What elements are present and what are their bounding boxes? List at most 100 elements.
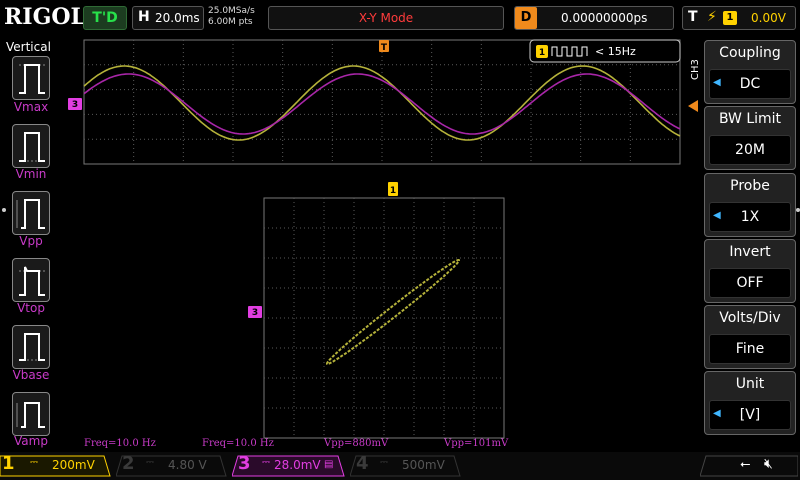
horizontal-letter: H [138,9,150,25]
bw-limit-title: BW Limit [718,111,782,127]
ch1-number: 1 [2,453,15,474]
measurement-readout: Vpp=101mV [444,438,509,449]
frequency-counter[interactable]: 1 < 15Hz [529,39,681,63]
measure-vamp-button[interactable] [12,392,50,436]
xy-ch3-text: 3 [252,308,258,318]
measurement-readout: Freq=10.0 Hz [84,438,156,449]
coupling-softkey[interactable]: Coupling DC ◀ [704,40,796,104]
measure-vamp-label: Vamp [14,434,48,448]
pulse-vtop-icon [19,266,45,296]
pulse-vbase-icon [19,333,45,361]
measure-vtop-label: Vtop [17,301,45,315]
trigger-level-value: 0.00V [751,11,786,25]
select-arrow-icon: ◀ [713,408,721,419]
bw-limit-value: 20M [709,135,791,165]
measure-vmax-button[interactable] [12,56,50,100]
brand-logo: RIGOL [4,4,86,30]
ch1-status[interactable]: 1 ⎓ 200mV [0,453,112,477]
measure-vbase-label: Vbase [12,368,50,382]
trigger-letter: T [688,9,698,25]
select-arrow-icon: ◀ [713,210,721,221]
channel-status-bar: 1 ⎓ 200mV 2 ⎓ 4.80 V 3 ⎓ 28.0mV ▤ 4 ⎓ 50… [0,452,800,480]
top-status-bar: RIGOL T'D H 20.0ms 25.0MSa/s 6.00M pts X… [0,0,800,36]
sample-rate: 25.0MSa/s [208,6,255,16]
ch2-number: 2 [122,453,135,474]
delay-box[interactable]: D 0.00000000ps [514,6,674,30]
invert-value: OFF [709,268,791,298]
memory-depth: 6.00M pts [208,17,253,27]
pulse-vpp-icon [16,199,45,229]
measure-vpp-label: Vpp [19,234,43,248]
measure-vbase-button[interactable] [12,325,50,369]
channel-settings-menu: Coupling DC ◀ BW Limit 20M Probe 1X ◀ In… [700,36,800,452]
waveform-display[interactable]: T 3 1 3 1 < 15Hz [62,36,700,452]
coupling-value: DC [709,69,791,99]
unit-title: Unit [735,376,765,392]
trigger-status-badge[interactable]: T'D [83,6,127,30]
ch4-scale: 500mV [402,458,445,472]
volts-div-value: Fine [709,334,791,364]
trigger-position-text: T [381,43,388,53]
probe-softkey[interactable]: Probe 1X ◀ [704,173,796,237]
pulse-vamp-icon [16,402,45,428]
measure-vtop-button[interactable] [12,258,50,302]
probe-title: Probe [730,178,770,194]
dc-coupling-icon: ⎓ [30,457,38,468]
speaker-muted-icon[interactable]: 🔇︎ [764,456,773,472]
ch2-status[interactable]: 2 ⎓ 4.80 V [116,453,228,477]
counter-channel: 1 [539,48,545,58]
volts-div-title: Volts/Div [719,310,781,326]
invert-softkey[interactable]: Invert OFF [704,239,796,303]
delay-value: 0.00000000ps [561,11,648,25]
scope-canvas: T 3 1 3 1 < 15Hz [68,39,698,439]
measure-menu-title: Vertical [6,40,51,54]
probe-value: 1X [709,202,791,232]
unit-value: [V] [709,400,791,430]
bandwidth-limit-icon: ▤ [324,459,334,470]
ch3-scale: 28.0mV [274,458,321,472]
counter-value: < 15Hz [595,45,636,58]
timebase-value: 20.0ms [155,11,200,25]
pulse-vmax-icon [19,64,45,94]
measure-menu: Vertical Vmax Vmin Vpp Vtop Vbase Vamp [0,36,62,452]
select-arrow-icon: ◀ [713,77,721,88]
xy-ch1-marker[interactable]: 1 [388,182,398,196]
right-menu-indicator [796,208,800,212]
dc-coupling-icon: ⎓ [146,457,154,468]
dc-coupling-icon: ⎓ [262,457,270,468]
ch4-number: 4 [356,453,369,474]
rising-edge-icon: ⚡ [707,9,717,25]
measurement-readout: Vpp=880mV [324,438,389,449]
measure-vpp-button[interactable] [12,191,50,235]
trigger-position-marker[interactable]: T [379,40,389,53]
xy-graticule [263,197,505,439]
usb-icon: ⭠ [740,457,751,472]
acquisition-mode-box[interactable]: X-Y Mode [268,6,504,30]
ch1-scale: 200mV [52,458,95,472]
measurement-readout: Freq=10.0 Hz [202,438,274,449]
ch4-status[interactable]: 4 ⎓ 500mV [350,453,462,477]
ch3-offset-marker[interactable]: 3 [68,98,82,110]
ch2-scale: 4.80 V [168,458,207,472]
sample-info: 25.0MSa/s 6.00M pts [208,6,255,28]
trigger-source-badge: 1 [723,11,737,25]
volts-div-softkey[interactable]: Volts/Div Fine [704,305,796,369]
left-menu-indicator [2,208,6,212]
measure-vmin-button[interactable] [12,124,50,168]
invert-title: Invert [729,244,771,260]
trigger-level-arrow-icon[interactable] [688,100,698,112]
ch3-number: 3 [238,453,251,474]
coupling-title: Coupling [719,45,781,61]
xy-ch1-text: 1 [390,186,396,196]
unit-softkey[interactable]: Unit [V] ◀ [704,371,796,435]
trigger-box[interactable]: T ⚡ 1 0.00V [682,6,796,30]
ch3-offset-text: 3 [72,100,78,110]
ch3-status[interactable]: 3 ⎓ 28.0mV ▤ [232,453,346,477]
pulse-vmin-icon [19,132,45,162]
xy-ch3-marker[interactable]: 3 [248,306,262,318]
bw-limit-softkey[interactable]: BW Limit 20M [704,106,796,170]
dc-coupling-icon: ⎓ [380,457,388,468]
measure-vmax-label: Vmax [13,100,49,114]
delay-letter: D [515,7,537,29]
horizontal-timebase-box[interactable]: H 20.0ms [132,6,204,30]
